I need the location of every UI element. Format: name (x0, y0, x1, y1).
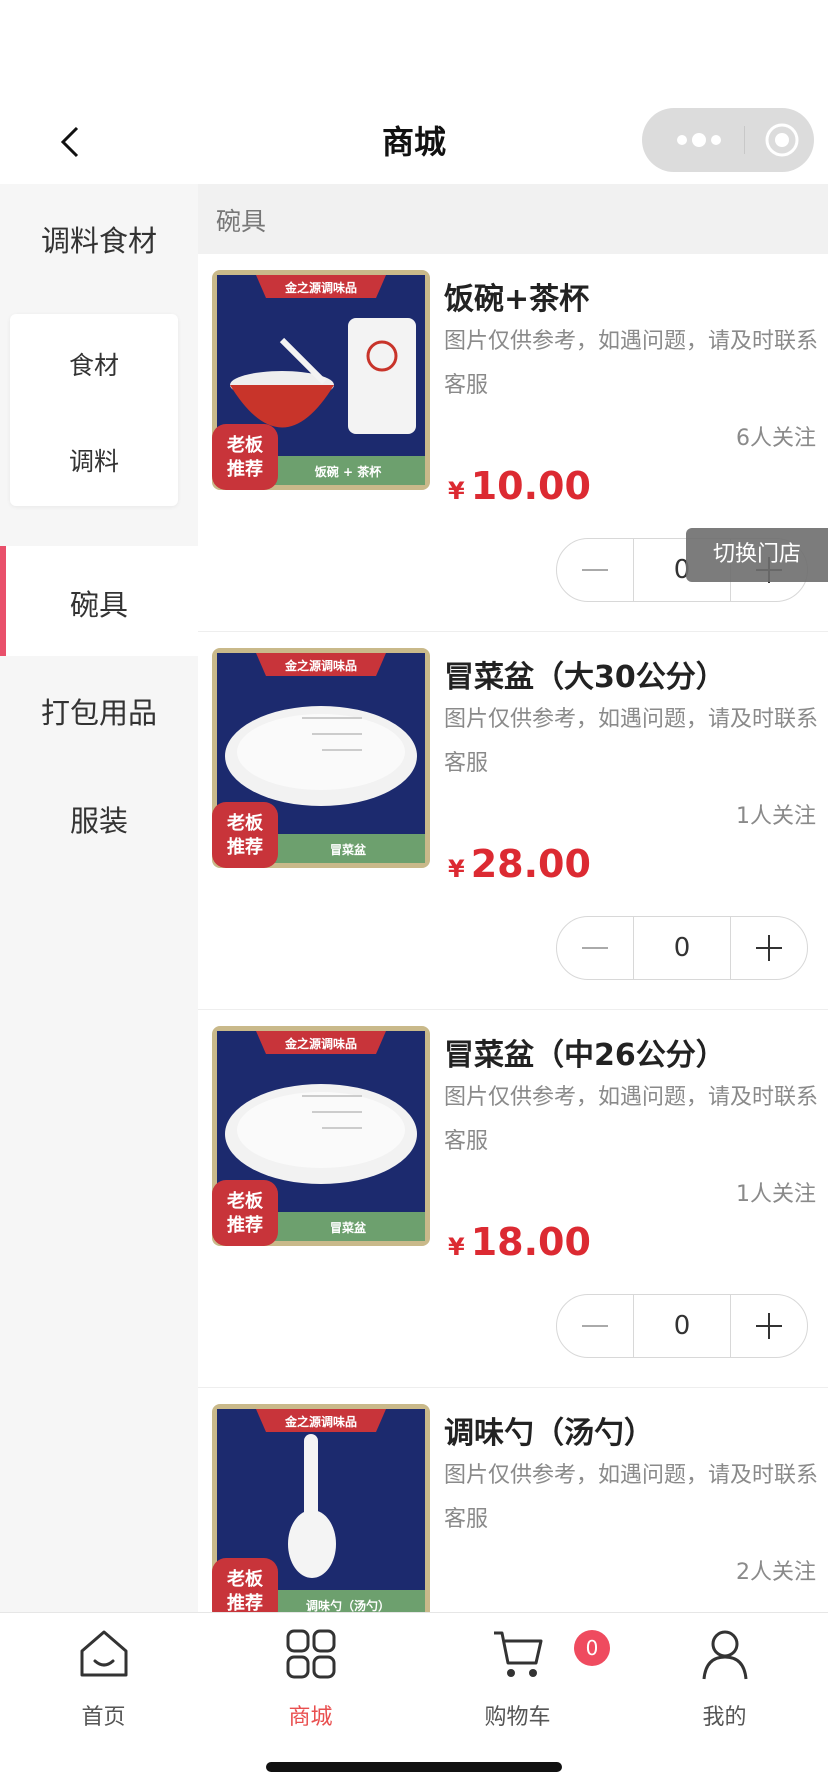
image-badge-line1: 老板 (227, 1568, 264, 1590)
price-value: 28.00 (470, 842, 591, 886)
product-price: ¥10.00 (448, 464, 591, 508)
image-badge-line2: 推荐 (227, 1592, 263, 1614)
product-follow-count: 1人关注 (736, 804, 816, 829)
image-caption: 饭碗 + 茶杯 (314, 464, 382, 479)
plus-icon (756, 935, 782, 961)
image-banner: 金之源调味品 (284, 280, 357, 295)
quantity-value[interactable]: 0 (633, 1295, 731, 1357)
tab-label: 我的 (702, 1705, 747, 1730)
image-badge-line1: 老板 (227, 434, 264, 456)
switch-store-button[interactable]: 切换门店 (686, 528, 828, 582)
product-name[interactable]: 饭碗+茶杯 (444, 274, 589, 318)
home-indicator (266, 1762, 562, 1772)
product-description: 图片仅供参考，如遇问题，请及时联系客服 (444, 329, 819, 398)
quantity-value[interactable]: 0 (633, 917, 731, 979)
nav-header: 商城 (0, 100, 828, 184)
image-banner: 金之源调味品 (284, 658, 357, 673)
sidebar-item-seasoning-ingredients[interactable]: 调料食材 (0, 218, 198, 260)
tab-label: 首页 (81, 1705, 126, 1730)
subcategory-ingredients[interactable]: 食材 (10, 346, 178, 382)
category-sidebar: 调料食材 食材 调料 碗具 打包用品 服装 (0, 184, 198, 1612)
tab-home[interactable]: 首页 (0, 1627, 207, 1737)
product-description: 图片仅供参考，如遇问题，请及时联系客服 (444, 1085, 819, 1154)
image-banner: 金之源调味品 (284, 1414, 357, 1429)
product-follow-count: 1人关注 (736, 1182, 816, 1207)
product-image[interactable]: 金之源调味品 饭碗 + 茶杯 老板 推荐 (212, 270, 430, 490)
sidebar-item-label: 调料食材 (40, 224, 157, 258)
product-image[interactable]: 金之源调味品 冒菜盆 老板 推荐 (212, 648, 430, 868)
capsule-divider (744, 126, 745, 154)
product-card[interactable]: 金之源调味品 冒菜盆 老板 推荐 冒菜盆（中26公分） 图片仅供参考，如遇问题，… (198, 1010, 828, 1388)
tab-label: 商城 (288, 1705, 333, 1730)
minus-icon (582, 947, 608, 949)
minus-icon (582, 1325, 608, 1327)
image-caption: 调味勺（汤勺） (306, 1598, 390, 1613)
subcategory-seasoning[interactable]: 调料 (10, 442, 178, 478)
mini-program-capsule (642, 108, 814, 172)
sidebar-item-packaging[interactable]: 打包用品 (0, 690, 198, 732)
section-header: 碗具 (198, 184, 828, 254)
product-image[interactable]: 金之源调味品 调味勺（汤勺） 老板 推荐 (212, 1404, 430, 1624)
tab-label: 购物车 (484, 1705, 551, 1730)
shop-page: 商城 调料食材 食材 调料 碗具 打包用品 服装 碗具 金之源调味品 饭碗 + … (0, 0, 828, 1792)
image-badge-line2: 推荐 (227, 1214, 263, 1236)
product-description: 图片仅供参考，如遇问题，请及时联系客服 (444, 1463, 819, 1532)
product-price: ¥18.00 (448, 1220, 591, 1264)
decrement-button[interactable] (557, 917, 633, 979)
grid-icon (286, 1629, 336, 1679)
plus-icon (756, 1313, 782, 1339)
product-card[interactable]: 金之源调味品 冒菜盆 老板 推荐 冒菜盆（大30公分） 图片仅供参考，如遇问题，… (198, 632, 828, 1010)
sidebar-item-label: 碗具 (69, 588, 128, 622)
product-image[interactable]: 金之源调味品 冒菜盆 老板 推荐 (212, 1026, 430, 1246)
minus-icon (582, 569, 608, 571)
image-caption: 冒菜盆 (330, 1220, 367, 1235)
currency-symbol: ¥ (448, 855, 465, 883)
currency-symbol: ¥ (448, 1233, 465, 1261)
price-value: 18.00 (470, 1220, 591, 1264)
product-follow-count: 2人关注 (736, 1560, 816, 1585)
decrement-button[interactable] (557, 1295, 633, 1357)
price-value: 10.00 (470, 464, 591, 508)
tab-me[interactable]: 我的 (621, 1627, 828, 1737)
decrement-button[interactable] (557, 539, 633, 601)
sidebar-item-label: 打包用品 (40, 696, 157, 730)
image-badge-line2: 推荐 (227, 836, 263, 858)
person-icon (702, 1630, 748, 1680)
tab-shop[interactable]: 商城 (207, 1627, 414, 1737)
product-name[interactable]: 调味勺（汤勺） (444, 1408, 654, 1452)
image-badge-line2: 推荐 (227, 458, 263, 480)
product-price: ¥28.00 (448, 842, 591, 886)
image-caption: 冒菜盆 (330, 842, 367, 857)
increment-button[interactable] (731, 917, 807, 979)
product-description: 图片仅供参考，如遇问题，请及时联系客服 (444, 707, 819, 776)
increment-button[interactable] (731, 1295, 807, 1357)
close-miniprogram-icon[interactable] (764, 122, 800, 158)
image-banner: 金之源调味品 (284, 1036, 357, 1051)
quantity-stepper: 0 (556, 1294, 808, 1358)
cart-icon (494, 1631, 543, 1677)
quantity-stepper: 0 (556, 916, 808, 980)
section-title: 碗具 (216, 207, 267, 236)
image-badge-line1: 老板 (227, 812, 264, 834)
cart-count-badge: 0 (574, 1630, 610, 1666)
sidebar-item-label: 服装 (69, 804, 128, 838)
product-name[interactable]: 冒菜盆（大30公分） (444, 652, 726, 696)
subcategory-panel: 食材 调料 (10, 314, 178, 506)
product-follow-count: 6人关注 (736, 426, 816, 451)
sidebar-item-clothing[interactable]: 服装 (0, 798, 198, 840)
product-name[interactable]: 冒菜盆（中26公分） (444, 1030, 726, 1074)
more-icon[interactable] (664, 130, 734, 150)
currency-symbol: ¥ (448, 477, 465, 505)
image-badge-line1: 老板 (227, 1190, 264, 1212)
sidebar-item-bowls[interactable]: 碗具 (0, 582, 198, 624)
home-icon (80, 1630, 128, 1677)
